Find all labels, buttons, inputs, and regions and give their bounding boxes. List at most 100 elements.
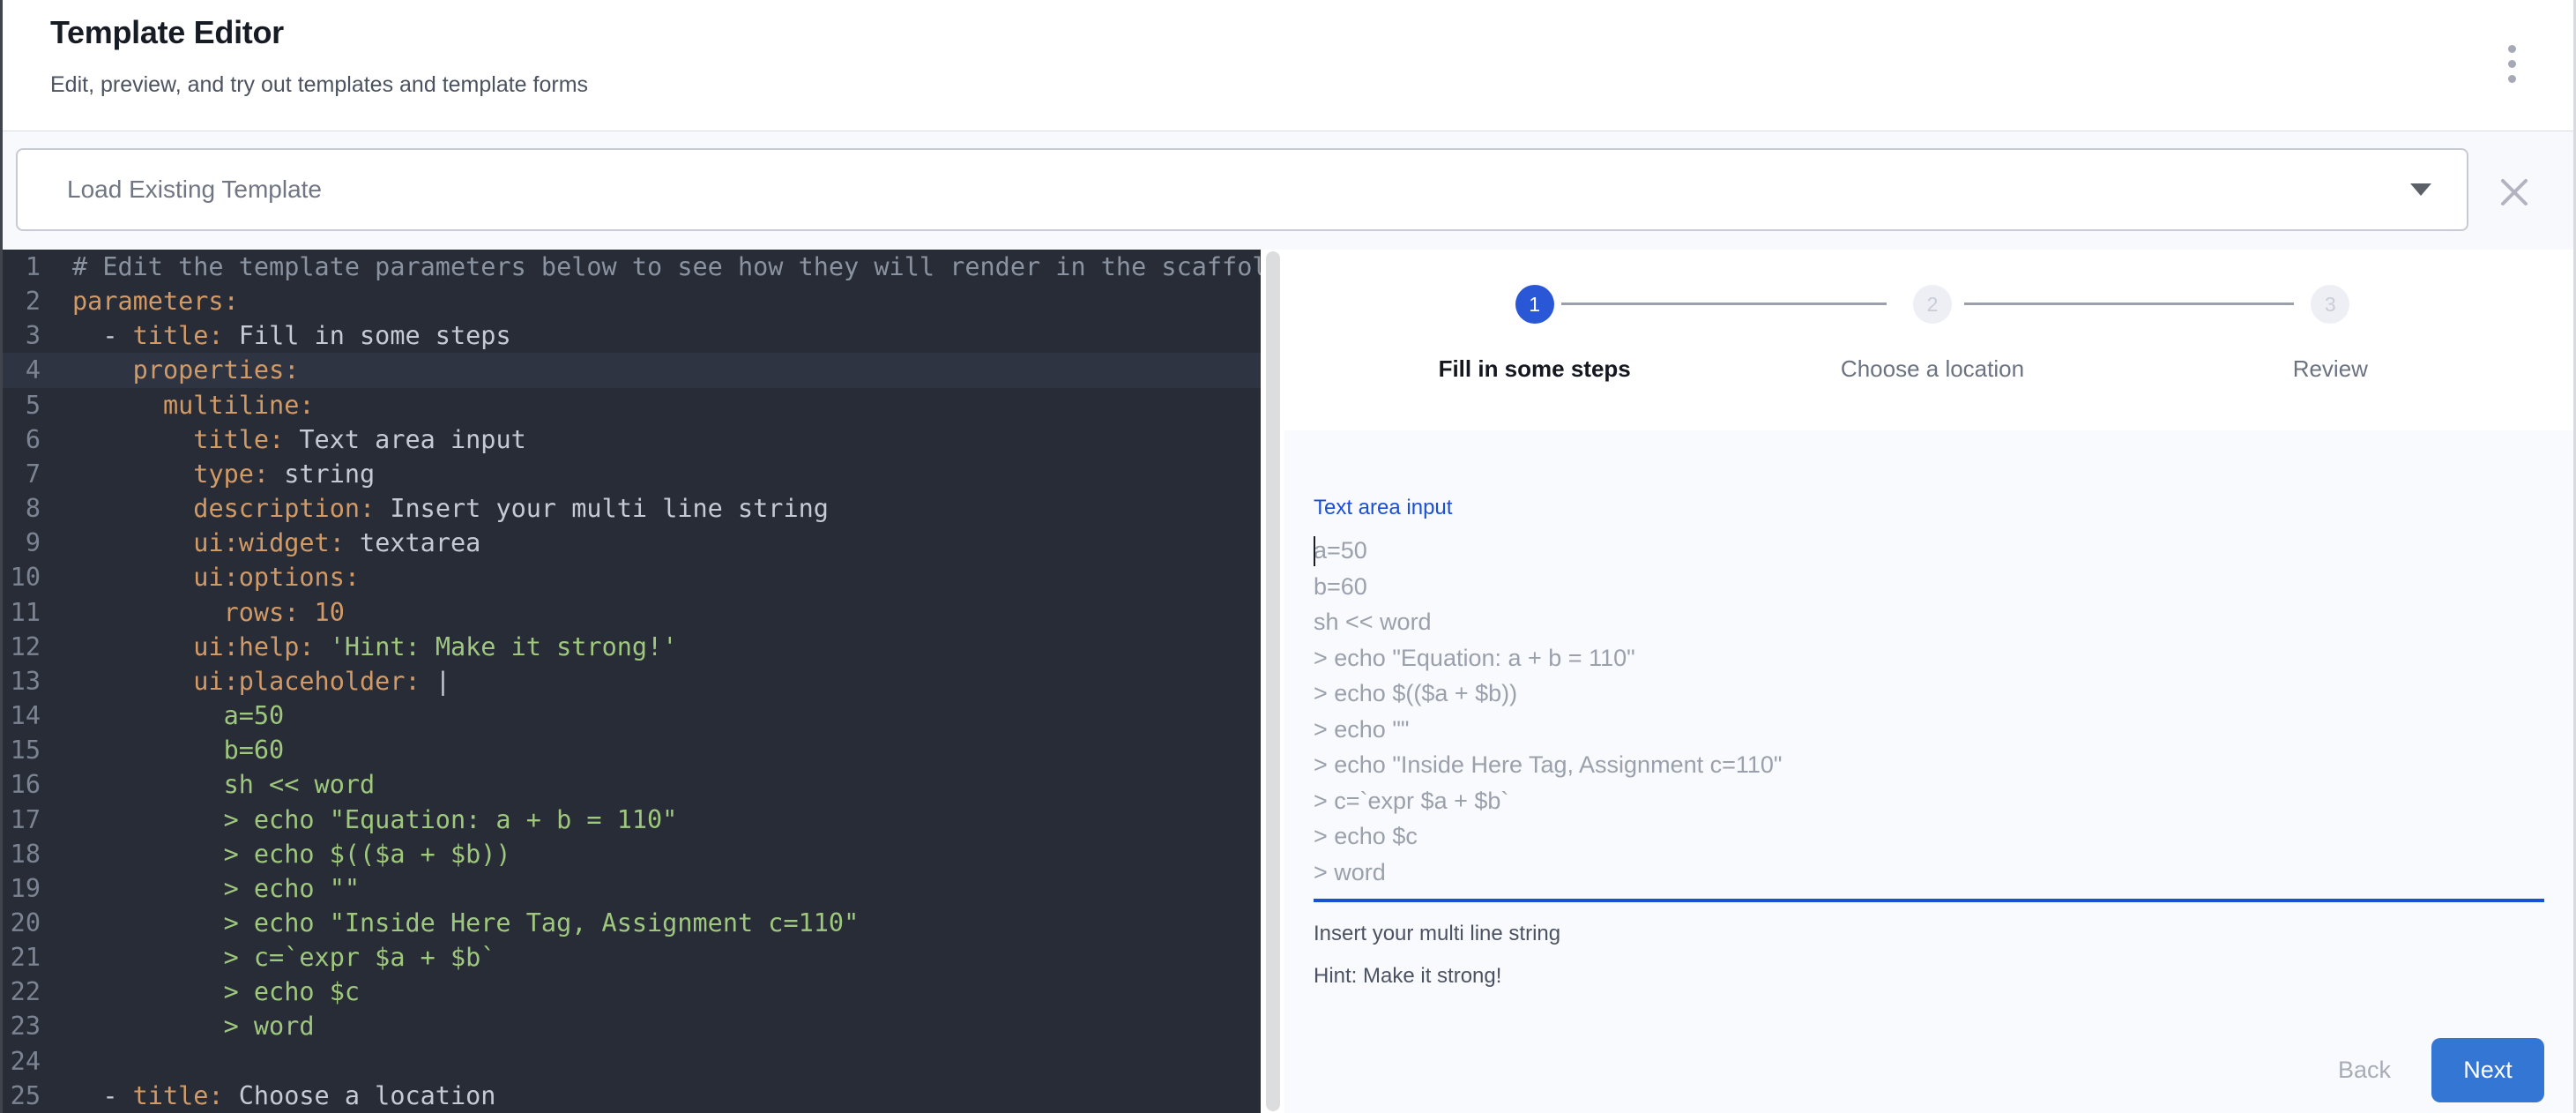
editor-line[interactable]: 1# Edit the template parameters below to… — [0, 250, 1261, 284]
multiline-textarea[interactable]: a=50b=60sh << word> echo "Equation: a + … — [1314, 533, 2544, 902]
line-number: 25 — [0, 1079, 41, 1113]
line-code: sh << word — [41, 767, 375, 802]
close-icon — [2497, 175, 2532, 210]
step-label: Choose a location — [1841, 355, 2024, 383]
text-caret — [1314, 536, 1315, 566]
page-title: Template Editor — [50, 14, 2576, 51]
placeholder-line: a=50 — [1314, 533, 2544, 569]
editor-scrollbar-thumb[interactable] — [1266, 251, 1280, 1111]
editor-line[interactable]: 17 > echo "Equation: a + b = 110" — [0, 803, 1261, 837]
editor-line[interactable]: 15 b=60 — [0, 733, 1261, 767]
editor-line[interactable]: 24 — [0, 1044, 1261, 1079]
line-number: 10 — [0, 560, 41, 594]
line-number: 14 — [0, 698, 41, 733]
line-code: multiline: — [41, 388, 315, 422]
editor-line[interactable]: 12 ui:help: 'Hint: Make it strong!' — [0, 630, 1261, 664]
line-number: 12 — [0, 630, 41, 664]
toolbar: Load Existing Template — [0, 131, 2576, 250]
field-label: Text area input — [1314, 496, 2546, 520]
placeholder-line: > c=`expr $a + $b` — [1314, 783, 2544, 819]
editor-line[interactable]: 22 > echo $c — [0, 975, 1261, 1009]
step-circle[interactable]: 3 — [2311, 285, 2349, 324]
kebab-menu-icon — [2508, 45, 2516, 83]
next-button[interactable]: Next — [2431, 1038, 2544, 1102]
line-code: ui:placeholder: | — [41, 664, 450, 698]
form-actions: Back Next — [1314, 1038, 2544, 1102]
line-number: 20 — [0, 906, 41, 940]
line-number: 21 — [0, 940, 41, 975]
line-code: > c=`expr $a + $b` — [41, 940, 495, 975]
line-code: b=60 — [41, 733, 284, 767]
header: Template Editor Edit, preview, and try o… — [0, 0, 2576, 131]
line-code: ui:widget: textarea — [41, 526, 480, 560]
more-options-button[interactable] — [2491, 35, 2532, 92]
placeholder-line: sh << word — [1314, 604, 2544, 640]
clear-template-button[interactable] — [2497, 175, 2532, 210]
load-template-select[interactable]: Load Existing Template — [16, 148, 2468, 231]
editor-line[interactable]: 8 description: Insert your multi line st… — [0, 491, 1261, 526]
line-number: 6 — [0, 422, 41, 457]
line-number: 22 — [0, 975, 41, 1009]
editor-scrollbar — [1261, 250, 1284, 1113]
field-description: Insert your multi line string — [1314, 922, 2546, 946]
editor-line[interactable]: 25 - title: Choose a location — [0, 1079, 1261, 1113]
editor-line[interactable]: 9 ui:widget: textarea — [0, 526, 1261, 560]
line-code: > word — [41, 1009, 315, 1043]
dropdown-arrow-icon — [2410, 183, 2431, 196]
line-number: 1 — [0, 250, 41, 284]
back-button[interactable]: Back — [2338, 1057, 2391, 1084]
line-number: 17 — [0, 803, 41, 837]
step-label: Fill in some steps — [1439, 355, 1631, 383]
line-number: 4 — [0, 353, 41, 387]
editor-line[interactable]: 4 properties: — [0, 353, 1261, 387]
line-number: 16 — [0, 767, 41, 802]
step-circle[interactable]: 1 — [1515, 285, 1554, 324]
line-number: 13 — [0, 664, 41, 698]
main-split: 1# Edit the template parameters below to… — [0, 250, 2576, 1113]
line-code: parameters: — [41, 284, 239, 318]
template-editor-root: { "header": { "title": "Template Editor"… — [0, 0, 2576, 1113]
step-circle[interactable]: 2 — [1913, 285, 1952, 324]
line-code: > echo "Inside Here Tag, Assignment c=11… — [41, 906, 859, 940]
textarea-lines: a=50b=60sh << word> echo "Equation: a + … — [1314, 533, 2544, 890]
line-code: a=50 — [41, 698, 284, 733]
editor-line[interactable]: 20 > echo "Inside Here Tag, Assignment c… — [0, 906, 1261, 940]
load-template-placeholder: Load Existing Template — [67, 176, 322, 204]
stepper: 1 Fill in some steps 2 Choose a location 3 Re… — [1284, 250, 2576, 430]
editor-line[interactable]: 11 rows: 10 — [0, 595, 1261, 630]
editor-line[interactable]: 16 sh << word — [0, 767, 1261, 802]
line-number: 24 — [0, 1044, 41, 1079]
placeholder-line: > echo $(($a + $b)) — [1314, 676, 2544, 712]
step-label: Review — [2293, 355, 2368, 383]
window-left-edge — [0, 0, 3, 1113]
line-code: description: Insert your multi line stri… — [41, 491, 829, 526]
editor-line[interactable]: 3 - title: Fill in some steps — [0, 318, 1261, 353]
line-number: 3 — [0, 318, 41, 353]
line-code: rows: 10 — [41, 595, 345, 630]
editor-line[interactable]: 2parameters: — [0, 284, 1261, 318]
editor-line[interactable]: 14 a=50 — [0, 698, 1261, 733]
editor-line[interactable]: 10 ui:options: — [0, 560, 1261, 594]
line-number: 15 — [0, 733, 41, 767]
line-number: 9 — [0, 526, 41, 560]
editor-line[interactable]: 5 multiline: — [0, 388, 1261, 422]
yaml-code-editor[interactable]: 1# Edit the template parameters below to… — [0, 250, 1261, 1113]
page-subtitle: Edit, preview, and try out templates and… — [50, 72, 2576, 98]
editor-line[interactable]: 18 > echo $(($a + $b)) — [0, 837, 1261, 871]
line-code: ui:options: — [41, 560, 360, 594]
line-number: 19 — [0, 871, 41, 906]
line-number: 8 — [0, 491, 41, 526]
editor-line[interactable]: 6 title: Text area input — [0, 422, 1261, 457]
editor-line[interactable]: 23 > word — [0, 1009, 1261, 1043]
editor-line[interactable]: 19 > echo "" — [0, 871, 1261, 906]
placeholder-line: > echo "" — [1314, 712, 2544, 748]
editor-line[interactable]: 13 ui:placeholder: | — [0, 664, 1261, 698]
line-code: # Edit the template parameters below to … — [41, 250, 1261, 284]
line-code: > echo "Equation: a + b = 110" — [41, 803, 677, 837]
editor-line[interactable]: 7 type: string — [0, 457, 1261, 491]
editor-line[interactable]: 21 > c=`expr $a + $b` — [0, 940, 1261, 975]
stepper-step: 2 Choose a location — [1733, 250, 2131, 383]
line-code: title: Text area input — [41, 422, 526, 457]
line-number: 11 — [0, 595, 41, 630]
preview-panel: 1 Fill in some steps 2 Choose a location 3 Re… — [1284, 250, 2576, 1113]
